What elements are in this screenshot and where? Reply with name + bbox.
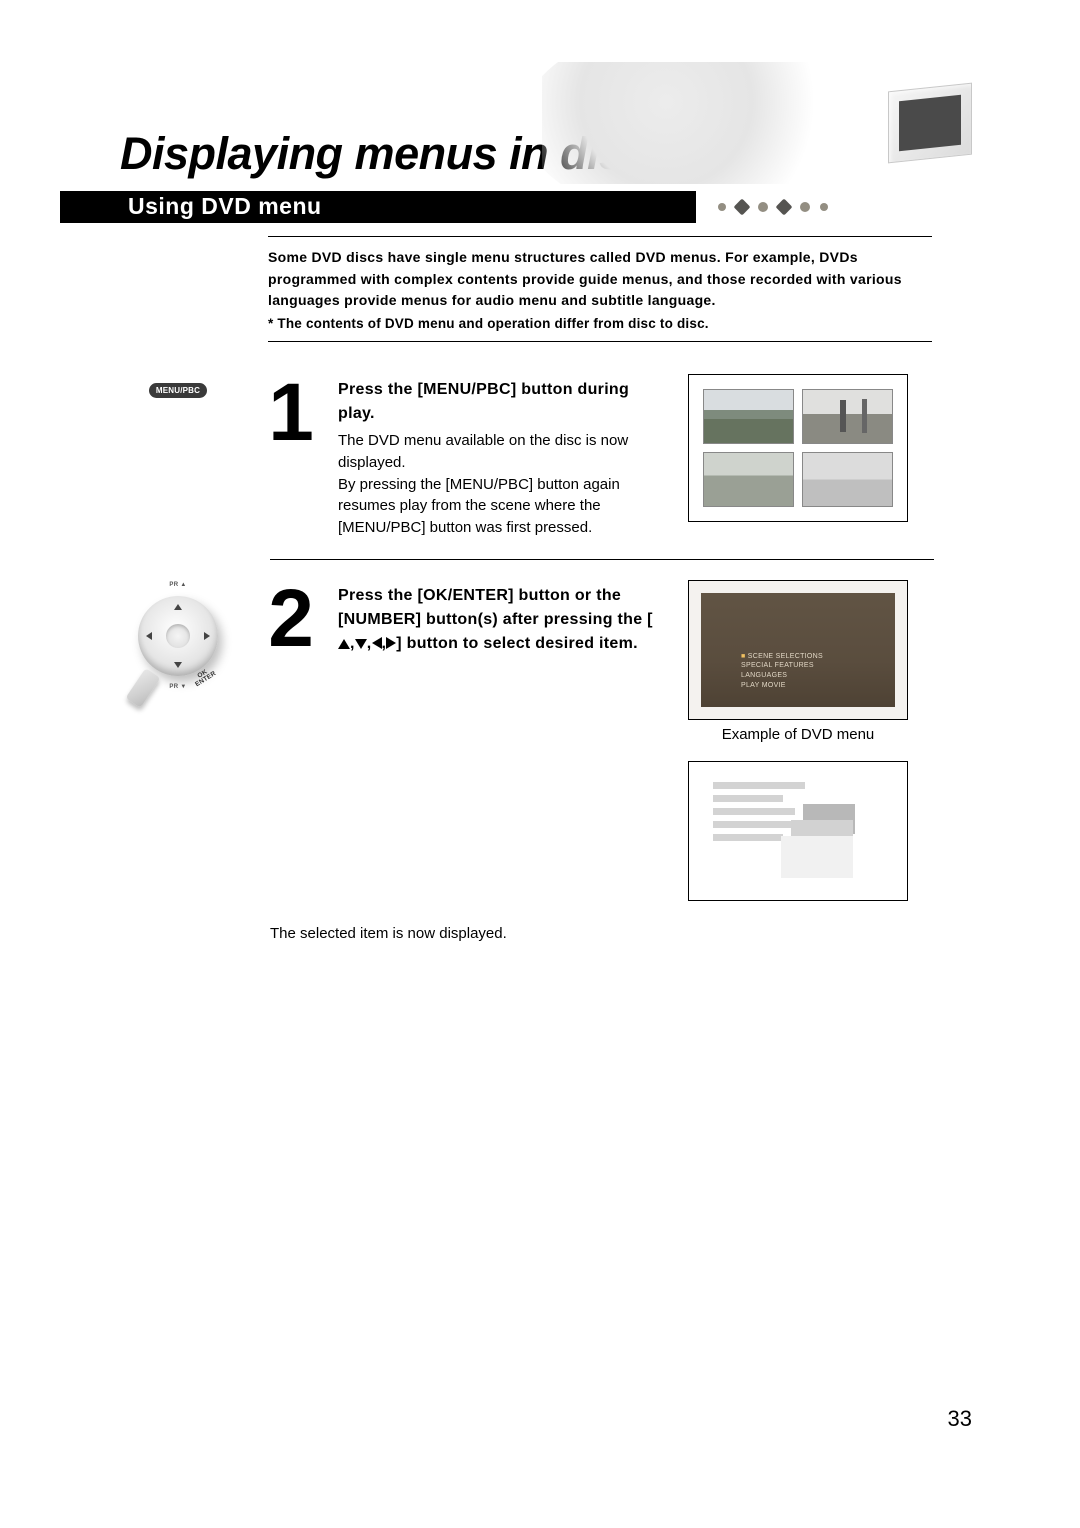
section-title: Using DVD menu xyxy=(60,191,696,223)
menu-line-3: LANGUAGES xyxy=(741,672,787,679)
menu-line-4: PLAY MOVIE xyxy=(741,682,786,689)
selected-item-illustration xyxy=(688,761,908,901)
menu-pbc-button-icon: MENU/PBC xyxy=(128,380,228,398)
thumb-1 xyxy=(703,389,794,444)
pad-top-label: PR ▲ xyxy=(138,582,218,588)
step2-illustration: ■ SCENE SELECTIONS SPECIAL FEATURES LANG… xyxy=(688,580,908,901)
arrow-right-icon xyxy=(386,637,396,649)
section-bar: Using DVD menu xyxy=(60,190,1020,224)
step2-heading: Press the [OK/ENTER] button or the [NUMB… xyxy=(338,584,664,656)
arrow-left-icon xyxy=(372,637,382,649)
step1-heading: Press the [MENU/PBC] button during play. xyxy=(338,378,664,426)
menu-example-caption: Example of DVD menu xyxy=(688,726,908,743)
menu-line-1: SCENE SELECTIONS xyxy=(748,653,823,660)
intro-box: Some DVD discs have single menu structur… xyxy=(268,236,932,342)
step-number-1: 1 xyxy=(268,374,314,448)
thumb-2 xyxy=(802,389,893,444)
header-graphic xyxy=(542,62,972,184)
thumb-4 xyxy=(802,452,893,507)
intro-text: Some DVD discs have single menu structur… xyxy=(268,247,932,312)
intro-note: * The contents of DVD menu and operation… xyxy=(268,316,932,331)
selected-text: The selected item is now displayed. xyxy=(270,925,1020,942)
thumb-3 xyxy=(703,452,794,507)
arrow-down-icon xyxy=(355,639,367,649)
menu-line-2: SPECIAL FEATURES xyxy=(741,662,814,669)
decorative-dots xyxy=(718,201,828,213)
step1-desc: The DVD menu available on the disc is no… xyxy=(338,430,664,539)
step1-illustration xyxy=(688,374,908,522)
step-number-2: 2 xyxy=(268,580,314,654)
step-2: PR ▲ PR ▼ OK ENTER 2 Press t xyxy=(128,580,1020,901)
step-1: MENU/PBC 1 Press the [MENU/PBC] button d… xyxy=(128,374,1020,539)
menu-pbc-pill: MENU/PBC xyxy=(149,383,207,398)
nav-pad-icon: PR ▲ PR ▼ OK ENTER xyxy=(128,596,228,676)
page-number: 33 xyxy=(948,1406,972,1432)
arrow-up-icon xyxy=(338,639,350,649)
